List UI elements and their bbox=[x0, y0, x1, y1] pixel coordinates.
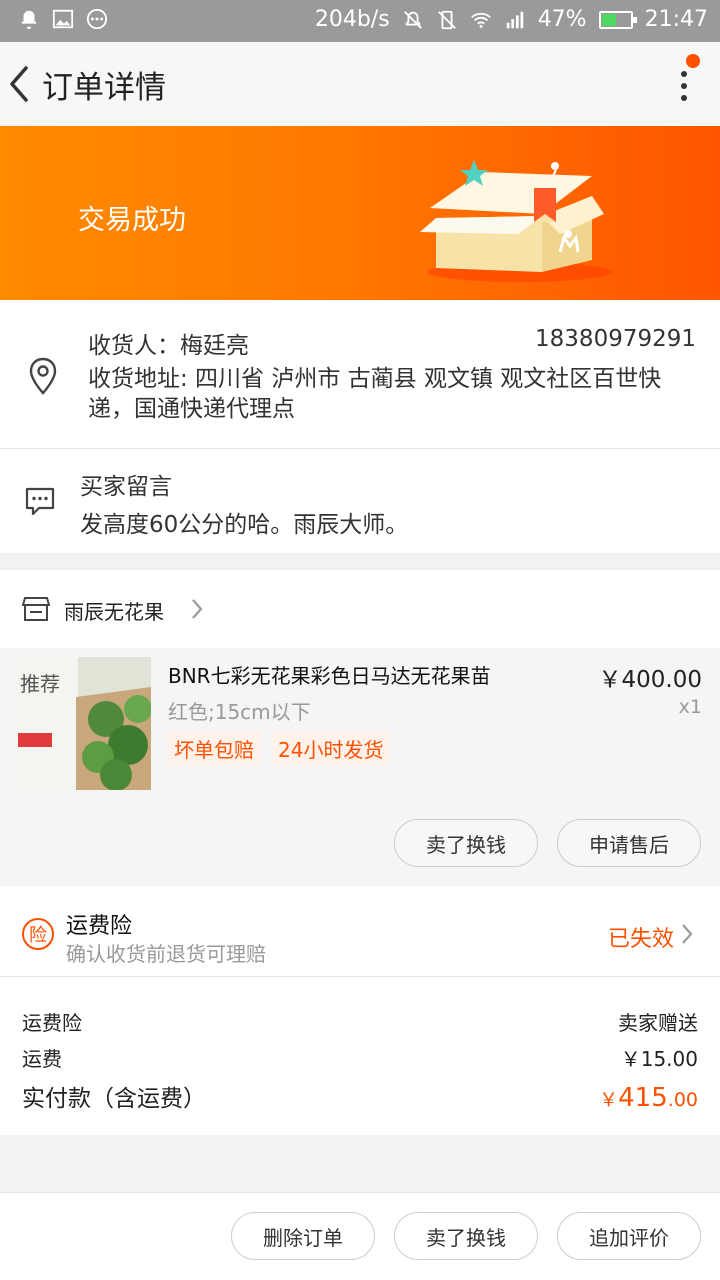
total-currency: ￥ bbox=[599, 1089, 619, 1111]
delete-order-button[interactable]: 删除订单 bbox=[231, 1212, 375, 1260]
summary-label: 运费 bbox=[22, 1047, 62, 1071]
gift-box-illustration bbox=[420, 160, 612, 282]
summary-label: 运费险 bbox=[22, 1011, 82, 1035]
insurance-badge-icon: 险 bbox=[22, 918, 54, 950]
status-bar: 204b/s 47% 21:47 bbox=[0, 0, 720, 42]
order-status: 交易成功 bbox=[78, 205, 186, 236]
product-image: 推荐 bbox=[18, 657, 151, 790]
receiver-phone: 18380979291 bbox=[535, 326, 696, 352]
receiver-name: 收货人：梅廷亮 bbox=[88, 333, 249, 359]
summary-value: 卖家赠送 bbox=[618, 1011, 698, 1035]
product-thumbnail[interactable]: 推荐 bbox=[18, 657, 151, 790]
service-tag: 坏单包赔 bbox=[168, 732, 260, 765]
signal-icon bbox=[506, 11, 523, 28]
page-title: 订单详情 bbox=[42, 70, 166, 106]
sell-button[interactable]: 卖了换钱 bbox=[394, 1212, 538, 1260]
total-decimal: .00 bbox=[667, 1089, 698, 1111]
product-title[interactable]: BNR七彩无花果彩色日马达无花果苗 bbox=[168, 660, 491, 689]
insurance-title: 运费险 bbox=[66, 914, 133, 939]
shop-icon bbox=[22, 597, 50, 621]
chevron-right-icon bbox=[192, 599, 203, 619]
receiver-address: 收货地址: 四川省 泸州市 古蔺县 观文镇 观文社区百世快递，国通快递代理点 bbox=[88, 366, 662, 422]
payment-summary: 运费险 卖家赠送 运费 ￥15.00 实付款（含运费） ￥415.00 bbox=[0, 977, 720, 1135]
location-pin-icon bbox=[29, 357, 57, 395]
total-integer: 415 bbox=[618, 1083, 668, 1113]
notification-dot bbox=[686, 54, 700, 68]
bottom-action-bar: 删除订单 卖了换钱 追加评价 bbox=[0, 1192, 720, 1280]
back-arrow-icon[interactable] bbox=[4, 60, 40, 108]
order-item[interactable]: 推荐 BNR七彩无花果彩色日马达无花果苗 红色;15cm以下 坏单包赔 24小时… bbox=[0, 648, 720, 886]
shop-name: 雨辰无花果 bbox=[64, 600, 164, 624]
clock: 21:47 bbox=[644, 7, 708, 32]
service-tag: 24小时发货 bbox=[272, 732, 390, 765]
summary-row: 运费险 卖家赠送 bbox=[22, 1007, 698, 1036]
buyer-message-label: 买家留言 bbox=[80, 474, 172, 500]
buyer-message-text: 发高度60公分的哈。雨辰大师。 bbox=[80, 512, 409, 538]
chevron-right-icon bbox=[682, 924, 693, 944]
battery-icon bbox=[598, 10, 637, 29]
battery-fill bbox=[601, 13, 616, 26]
notification-bell-icon bbox=[21, 10, 37, 30]
total-row: 实付款（含运费） ￥415.00 bbox=[22, 1079, 698, 1113]
more-options-icon[interactable] bbox=[674, 66, 694, 106]
vibrate-off-icon bbox=[437, 10, 456, 29]
after-sale-button[interactable]: 申请售后 bbox=[557, 819, 701, 867]
product-price: ￥400.00 bbox=[598, 667, 702, 693]
add-review-button[interactable]: 追加评价 bbox=[557, 1212, 701, 1260]
summary-value: ￥15.00 bbox=[620, 1047, 698, 1071]
more-notifications-icon bbox=[86, 8, 108, 30]
shipping-insurance-row[interactable]: 险 运费险 确认收货前退货可理赔 已失效 bbox=[0, 886, 720, 976]
order-status-banner: 交易成功 bbox=[0, 126, 720, 300]
total-amount: ￥415.00 bbox=[599, 1083, 698, 1113]
navigation-bar: 订单详情 bbox=[0, 42, 720, 126]
summary-row: 运费 ￥15.00 bbox=[22, 1043, 698, 1072]
insurance-status: 已失效 bbox=[607, 927, 674, 952]
product-sku: 红色;15cm以下 bbox=[168, 700, 311, 724]
sell-button[interactable]: 卖了换钱 bbox=[394, 819, 538, 867]
wifi-icon bbox=[470, 12, 491, 28]
total-label: 实付款（含运费） bbox=[22, 1086, 206, 1112]
battery-percent: 47% bbox=[537, 7, 587, 32]
mute-icon bbox=[403, 10, 422, 29]
network-speed: 204b/s bbox=[314, 7, 390, 32]
product-image-label: 推荐 bbox=[20, 672, 60, 696]
shipping-address-card[interactable]: 收货人：梅廷亮 18380979291 收货地址: 四川省 泸州市 古蔺县 观文… bbox=[0, 300, 720, 448]
buyer-message-card: 买家留言 发高度60公分的哈。雨辰大师。 bbox=[0, 449, 720, 553]
product-quantity: x1 bbox=[678, 696, 702, 718]
shop-row[interactable]: 雨辰无花果 bbox=[0, 570, 720, 648]
image-icon bbox=[52, 9, 74, 29]
message-bubble-icon bbox=[25, 487, 55, 516]
insurance-description: 确认收货前退货可理赔 bbox=[66, 942, 266, 966]
